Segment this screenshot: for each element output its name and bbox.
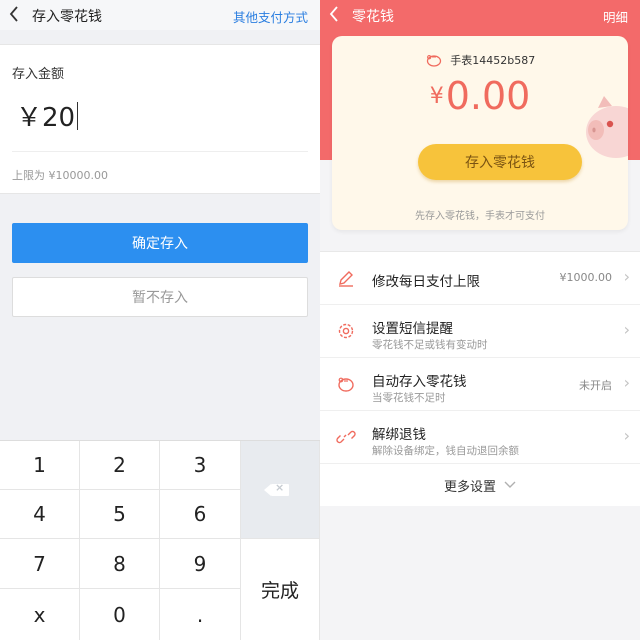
key-8[interactable]: 8 bbox=[80, 539, 160, 589]
key-1[interactable]: 1 bbox=[0, 441, 80, 490]
chevron-down-icon bbox=[504, 479, 516, 492]
detail-link[interactable]: 明细 bbox=[603, 7, 628, 26]
key-7[interactable]: 7 bbox=[0, 539, 80, 589]
key-3[interactable]: 3 bbox=[160, 441, 241, 490]
menu-item-auto-deposit[interactable]: 自动存入零花钱 当零花钱不足时 未开启 › bbox=[320, 358, 640, 411]
back-icon[interactable] bbox=[8, 4, 20, 28]
more-settings-label: 更多设置 bbox=[443, 479, 496, 495]
back-icon[interactable] bbox=[328, 4, 340, 28]
menu-value: 未开启 bbox=[579, 379, 612, 392]
numeric-keypad: 1 2 3 × 4 5 6 7 8 9 完成 x 0 . bbox=[0, 440, 320, 640]
menu-value: ¥1000.00 bbox=[559, 271, 613, 284]
menu-subtitle: 解除设备绑定，钱自动退回余额 bbox=[372, 445, 519, 457]
menu-title: 修改每日支付上限 bbox=[372, 274, 480, 290]
payment-tip: 先存入零花钱，手表才可支付 bbox=[415, 211, 545, 222]
piggy-bank-icon bbox=[336, 374, 356, 394]
confirm-deposit-button[interactable]: 确定存入 bbox=[12, 223, 308, 263]
gear-icon bbox=[336, 321, 356, 341]
chevron-right-icon: › bbox=[623, 426, 630, 445]
page-title: 零花钱 bbox=[352, 9, 394, 25]
more-settings-button[interactable]: 更多设置 bbox=[320, 464, 640, 506]
watch-name-row: 手表14452b587 bbox=[332, 52, 628, 70]
amount-card: 存入金额 ￥20 上限为 ¥10000.00 bbox=[0, 44, 320, 194]
deposit-screen: 存入零花钱 其他支付方式 存入金额 ￥20 上限为 ¥10000.00 确定存入… bbox=[0, 0, 320, 640]
key-6[interactable]: 6 bbox=[160, 490, 241, 539]
chevron-right-icon: › bbox=[623, 267, 630, 286]
settings-menu: 修改每日支付上限 ¥1000.00 › 设置短信提醒 零花钱不足或钱有变动时 › bbox=[320, 251, 640, 506]
key-x[interactable]: x bbox=[0, 589, 80, 640]
backspace-key[interactable]: × bbox=[241, 441, 320, 539]
piggy-illustration bbox=[582, 90, 628, 164]
other-payment-link[interactable]: 其他支付方式 bbox=[233, 7, 308, 26]
menu-item-sms-alert[interactable]: 设置短信提醒 零花钱不足或钱有变动时 › bbox=[320, 305, 640, 358]
piggy-bank-icon bbox=[425, 53, 443, 70]
divider bbox=[12, 151, 308, 152]
page-title: 存入零花钱 bbox=[32, 9, 102, 25]
top-bar: 存入零花钱 其他支付方式 bbox=[0, 0, 320, 30]
skip-deposit-button[interactable]: 暂不存入 bbox=[12, 277, 308, 317]
balance-value: 0.00 bbox=[445, 74, 531, 118]
balance-card: 手表14452b587 ¥0.00 存入零花钱 先存入零花钱，手表才可支付 bbox=[332, 36, 628, 230]
menu-item-unbind-refund[interactable]: 解绑退钱 解除设备绑定，钱自动退回余额 › bbox=[320, 411, 640, 464]
currency-symbol: ¥ bbox=[429, 84, 444, 109]
pocket-money-screen: 零花钱 明细 手表14452b587 ¥0.00 存入零花钱 先存入零花钱，手表… bbox=[320, 0, 640, 640]
key-0[interactable]: 0 bbox=[80, 589, 160, 640]
key-5[interactable]: 5 bbox=[80, 490, 160, 539]
amount-value: ￥20 bbox=[16, 103, 76, 133]
amount-label: 存入金额 bbox=[12, 67, 65, 82]
limit-text: 上限为 ¥10000.00 bbox=[12, 169, 108, 182]
key-2[interactable]: 2 bbox=[80, 441, 160, 490]
menu-subtitle: 当零花钱不足时 bbox=[372, 392, 446, 404]
deposit-button[interactable]: 存入零花钱 bbox=[418, 144, 582, 180]
key-4[interactable]: 4 bbox=[0, 490, 80, 539]
done-key[interactable]: 完成 bbox=[241, 539, 320, 640]
menu-title: 自动存入零花钱 bbox=[372, 374, 467, 390]
key-dot[interactable]: . bbox=[160, 589, 241, 640]
unlink-icon bbox=[336, 427, 356, 447]
menu-title: 设置短信提醒 bbox=[372, 321, 453, 337]
menu-title: 解绑退钱 bbox=[372, 427, 426, 443]
backspace-icon: × bbox=[264, 481, 289, 496]
key-9[interactable]: 9 bbox=[160, 539, 241, 589]
chevron-right-icon: › bbox=[623, 373, 630, 392]
amount-input[interactable]: ￥20 bbox=[16, 97, 79, 134]
text-cursor bbox=[77, 101, 79, 130]
pencil-icon bbox=[336, 268, 356, 288]
menu-subtitle: 零花钱不足或钱有变动时 bbox=[372, 339, 488, 351]
chevron-right-icon: › bbox=[623, 320, 630, 339]
menu-item-daily-limit[interactable]: 修改每日支付上限 ¥1000.00 › bbox=[320, 252, 640, 305]
watch-name: 手表14452b587 bbox=[450, 54, 536, 67]
